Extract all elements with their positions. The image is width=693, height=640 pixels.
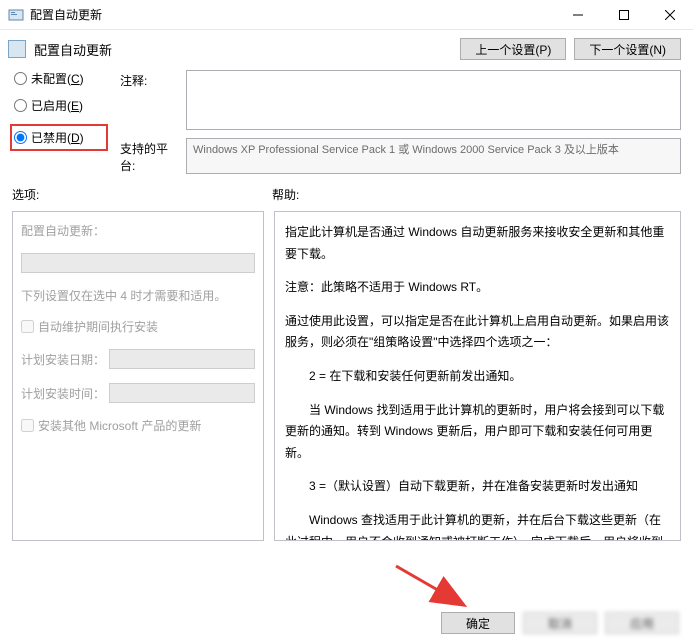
options-note: 下列设置仅在选中 4 时才需要和适用。 (21, 287, 255, 304)
policy-icon (8, 40, 26, 58)
install-other-check: 安装其他 Microsoft 产品的更新 (21, 417, 255, 434)
help-pane[interactable]: 指定此计算机是否通过 Windows 自动更新服务来接收安全更新和其他重要下载。… (274, 211, 681, 541)
next-setting-button[interactable]: 下一个设置(N) (574, 38, 681, 60)
maximize-button[interactable] (601, 0, 647, 29)
minimize-button[interactable] (555, 0, 601, 29)
update-mode-dropdown (21, 253, 255, 273)
arrow-annotation (392, 560, 482, 610)
options-pane: 配置自动更新： 下列设置仅在选中 4 时才需要和适用。 自动维护期间执行安装 计… (12, 211, 264, 541)
help-p4: 2 = 在下载和安装任何更新前发出通知。 (285, 366, 670, 388)
header-row: 配置自动更新 上一个设置(P) 下一个设置(N) (0, 30, 693, 70)
radio-disabled[interactable]: 已禁用(D) (14, 129, 102, 146)
ok-button[interactable]: 确定 (441, 612, 515, 634)
help-p5: 当 Windows 找到适用于此计算机的更新时，用户将会接到可以下载更新的通知。… (285, 400, 670, 465)
help-label: 帮助: (272, 186, 299, 203)
highlight-disabled: 已禁用(D) (10, 124, 108, 151)
options-heading: 配置自动更新： (21, 222, 255, 239)
plan-date-dropdown (109, 349, 255, 369)
help-p3: 通过使用此设置，可以指定是否在此计算机上启用自动更新。如果启用该服务，则必须在"… (285, 311, 670, 354)
config-row: 未配置(C) 已启用(E) 已禁用(D) 注释: 支持的平台: Windows … (0, 70, 693, 182)
radio-group: 未配置(C) 已启用(E) 已禁用(D) (12, 70, 110, 174)
app-icon (8, 7, 24, 23)
platform-text: Windows XP Professional Service Pack 1 或… (186, 138, 681, 174)
help-p2: 注意：此策略不适用于 Windows RT。 (285, 277, 670, 299)
prev-setting-button[interactable]: 上一个设置(P) (460, 38, 566, 60)
help-p1: 指定此计算机是否通过 Windows 自动更新服务来接收安全更新和其他重要下载。 (285, 222, 670, 265)
plan-date-label: 计划安装日期： (21, 351, 105, 368)
titlebar: 配置自动更新 (0, 0, 693, 30)
help-p6: 3 =（默认设置）自动下载更新，并在准备安装更新时发出通知 (285, 476, 670, 498)
comment-label: 注释: (120, 70, 178, 89)
close-button[interactable] (647, 0, 693, 29)
cancel-button[interactable]: 取消 (523, 612, 597, 634)
plan-time-dropdown (109, 383, 255, 403)
window-title: 配置自动更新 (30, 6, 555, 23)
plan-time-label: 计划安装时间： (21, 385, 105, 402)
comment-textarea[interactable] (186, 70, 681, 130)
platform-label: 支持的平台: (120, 138, 178, 174)
page-title: 配置自动更新 (34, 40, 112, 59)
options-label: 选项: (12, 186, 272, 203)
apply-button[interactable]: 应用 (605, 612, 679, 634)
footer: 确定 取消 应用 (441, 612, 679, 634)
radio-not-configured[interactable]: 未配置(C) (14, 70, 108, 87)
radio-enabled[interactable]: 已启用(E) (14, 97, 108, 114)
help-p7: Windows 查找适用于此计算机的更新，并在后台下载这些更新（在此过程中，用户… (285, 510, 670, 541)
auto-maint-check: 自动维护期间执行安装 (21, 318, 255, 335)
